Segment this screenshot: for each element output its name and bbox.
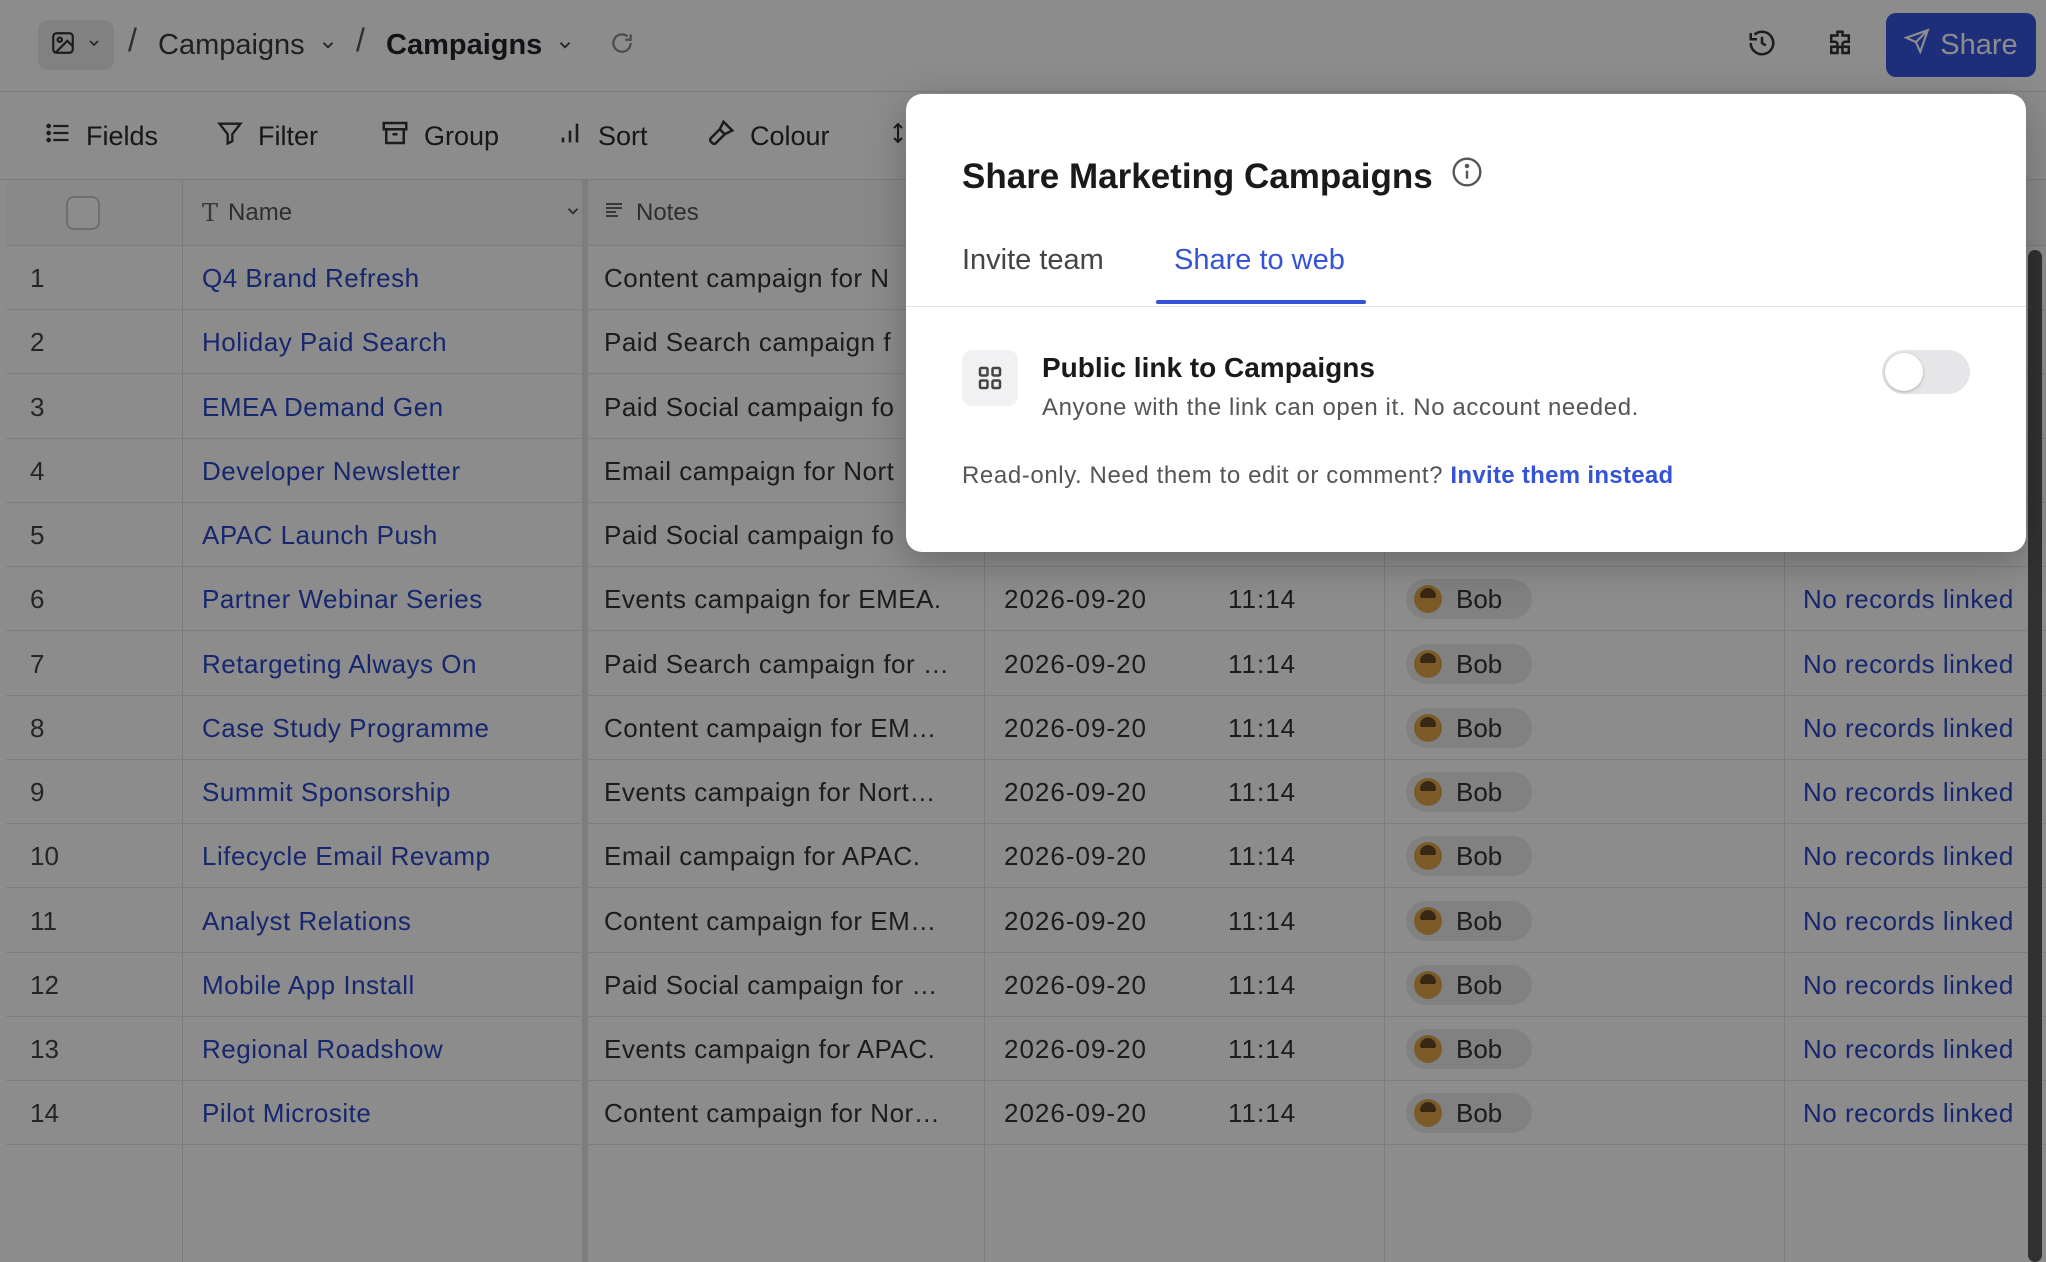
share-footer-text: Read-only. Need them to edit or comment? bbox=[962, 462, 1444, 489]
active-tab-indicator bbox=[1156, 300, 1366, 304]
grid-icon bbox=[962, 350, 1018, 406]
tab-invite-team[interactable]: Invite team bbox=[962, 244, 1104, 277]
tab-share-to-web[interactable]: Share to web bbox=[1174, 244, 1345, 277]
toggle-knob bbox=[1885, 353, 1923, 391]
public-link-title: Public link to Campaigns bbox=[1042, 352, 1375, 383]
public-link-description: Anyone with the link can open it. No acc… bbox=[1042, 394, 1639, 421]
share-dialog-title-text: Share Marketing Campaigns bbox=[962, 156, 1433, 196]
share-footer: Read-only. Need them to edit or comment?… bbox=[962, 462, 1674, 490]
tabs-divider bbox=[906, 306, 2026, 307]
invite-them-instead-link[interactable]: Invite them instead bbox=[1450, 462, 1673, 489]
share-dialog: Share Marketing Campaigns Invite team Sh… bbox=[906, 94, 2026, 552]
public-link-toggle[interactable] bbox=[1882, 350, 1970, 394]
info-icon[interactable] bbox=[1451, 156, 1483, 197]
share-dialog-title: Share Marketing Campaigns bbox=[962, 156, 1483, 197]
